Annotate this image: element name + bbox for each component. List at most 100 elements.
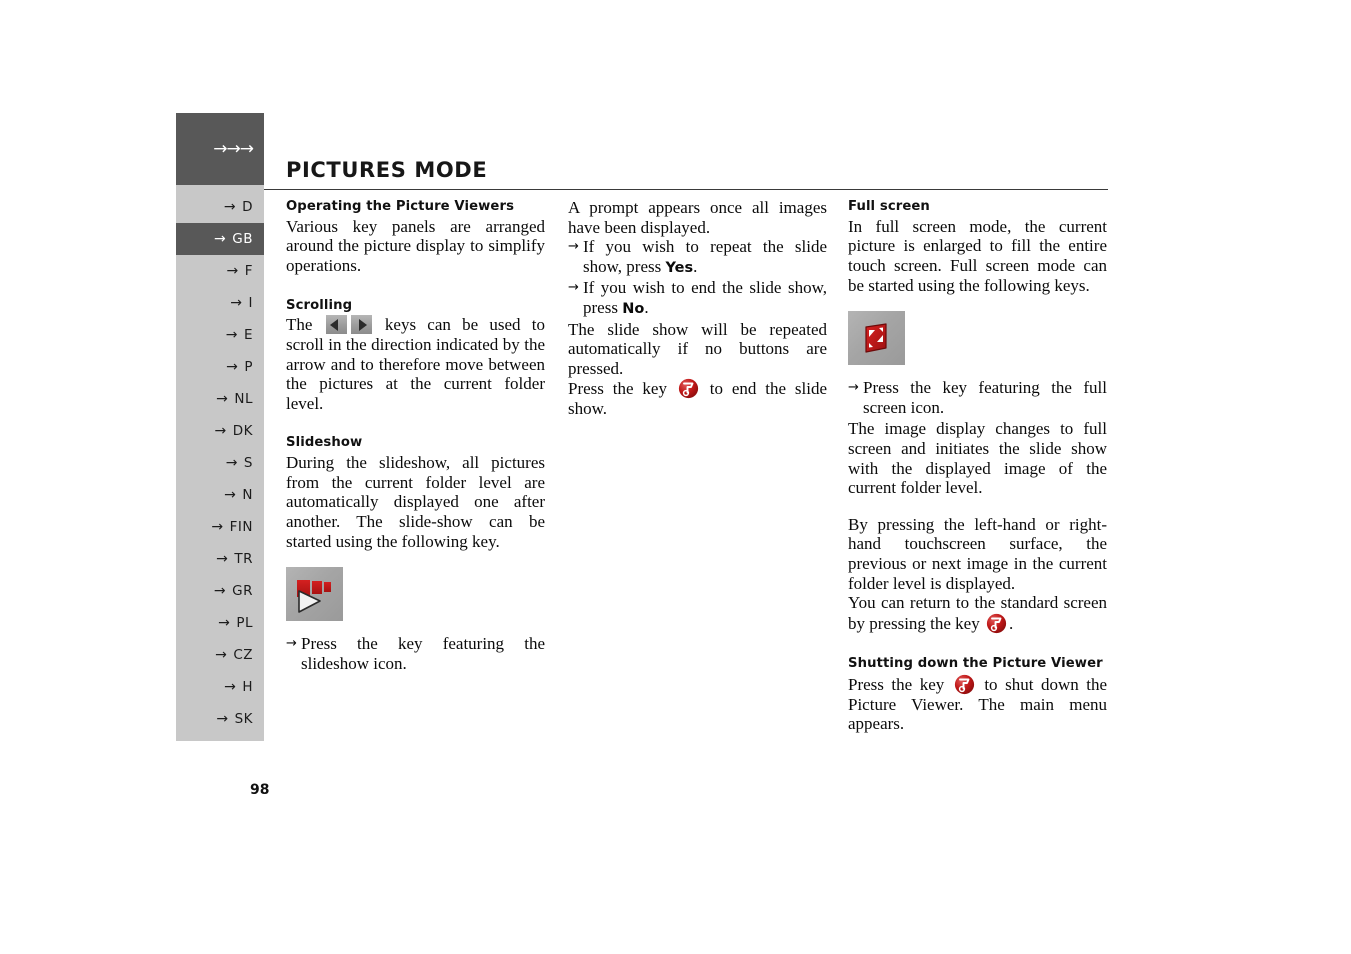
- exit-picture-viewer-icon[interactable]: [986, 613, 1007, 634]
- bullet-end-slideshow: → If you wish to end the slide show, pres…: [568, 278, 827, 317]
- sidebar-item-f[interactable]: → F: [176, 255, 264, 287]
- sidebar-item-label: NL: [234, 391, 253, 407]
- arrow-icon: →: [216, 711, 229, 727]
- arrow-icon: →: [216, 551, 229, 567]
- arrow-icon: →: [211, 519, 224, 535]
- fullscreen-icon[interactable]: [848, 311, 905, 366]
- sidebar-item-label: TR: [234, 551, 253, 567]
- heading-shutting-down: Shutting down the Picture Viewer: [848, 655, 1103, 671]
- sidebar-item-label: H: [242, 679, 253, 695]
- sidebar-item-label: CZ: [233, 647, 253, 663]
- return-text-after: .: [1008, 613, 1014, 633]
- paragraph-touchscreen: By pressing the left-hand or right-hand …: [848, 514, 1107, 593]
- sidebar-item-label: E: [243, 327, 253, 343]
- sidebar-item-label: P: [244, 359, 253, 375]
- arrow-icon: →: [226, 263, 239, 279]
- sidebar-item-label: GB: [232, 231, 253, 247]
- sidebar-item-p[interactable]: → P: [176, 351, 264, 383]
- sidebar-item-tr[interactable]: → TR: [176, 543, 264, 575]
- exit-picture-viewer-icon[interactable]: [678, 378, 699, 399]
- paragraph-prompt: A prompt appears once all images have be…: [568, 198, 827, 237]
- sidebar-item-dk[interactable]: → DK: [176, 415, 264, 447]
- sidebar-item-i[interactable]: → I: [176, 287, 264, 319]
- paragraph-image-changes: The image display changes to full screen…: [848, 419, 1107, 498]
- scrolling-text-before: The: [286, 315, 313, 335]
- header-divider: [264, 189, 1108, 190]
- arrow-bullet-icon: →: [848, 380, 859, 396]
- arrow-icon: →: [230, 295, 243, 311]
- sidebar-item-sk[interactable]: → SK: [176, 703, 264, 735]
- triple-arrow-icon: →→→: [213, 138, 254, 159]
- sidebar-item-nl[interactable]: → NL: [176, 383, 264, 415]
- scroll-right-icon[interactable]: [350, 315, 372, 335]
- page-title: PICTURES MODE: [286, 158, 488, 182]
- sidebar-item-n[interactable]: → N: [176, 479, 264, 511]
- sidebar-item-label: I: [248, 295, 253, 311]
- arrow-icon: →: [226, 359, 239, 375]
- arrow-icon: →: [218, 615, 231, 631]
- arrow-icon: →: [225, 327, 238, 343]
- sidebar-item-label: N: [242, 487, 253, 503]
- sidebar-item-cz[interactable]: → CZ: [176, 639, 264, 671]
- column-three: Full screen In full screen mode, the cur…: [848, 198, 1107, 734]
- scroll-left-icon[interactable]: [325, 315, 347, 335]
- column-two: A prompt appears once all images have be…: [568, 198, 827, 419]
- sidebar-item-label: D: [242, 199, 253, 215]
- sidebar-item-s[interactable]: → S: [176, 447, 264, 479]
- end-text-before: Press the key: [568, 379, 667, 399]
- paragraph-return-standard: You can return to the standard screen by…: [848, 593, 1107, 634]
- bullet-press-fullscreen-key: → Press the key featuring the full screen…: [848, 378, 1107, 417]
- language-sidebar: →→→ → D → GB → F → I → E → P → NL → DK → S → N → FIN → TR → GR → PL…: [176, 113, 264, 741]
- paragraph-slideshow: During the slideshow, all pictures from …: [286, 453, 545, 551]
- sidebar-item-label: GR: [232, 583, 253, 599]
- sidebar-item-pl[interactable]: → PL: [176, 607, 264, 639]
- paragraph-press-key-end: Press the key to end the slide show.: [568, 378, 827, 419]
- exit-picture-viewer-icon[interactable]: [954, 674, 975, 695]
- sidebar-item-h[interactable]: → H: [176, 671, 264, 703]
- sidebar-item-gr[interactable]: → GR: [176, 575, 264, 607]
- bullet-press-slideshow-key: → Press the key featuring the slideshow i…: [286, 634, 545, 673]
- paragraph-shutdown: Press the key to shut down the Picture V…: [848, 674, 1107, 734]
- heading-full-screen: Full screen: [848, 199, 930, 214]
- no-label: No: [622, 300, 645, 317]
- return-text-before: You can return to the standard screen by…: [848, 593, 1107, 633]
- heading-scrolling: Scrolling: [286, 297, 353, 313]
- arrow-icon: →: [223, 199, 237, 215]
- page-number: 98: [250, 782, 270, 798]
- slideshow-icon[interactable]: [286, 567, 343, 622]
- heading-slideshow: Slideshow: [286, 435, 363, 451]
- sidebar-item-fin[interactable]: → FIN: [176, 511, 264, 543]
- bullet-repeat-slideshow: → If you wish to repeat the slide show, p…: [568, 237, 827, 276]
- arrow-icon: →: [224, 487, 237, 503]
- sidebar-item-gb[interactable]: → GB: [176, 223, 264, 255]
- heading-operating-picture-viewers: Operating the Picture Viewers: [286, 199, 515, 214]
- yes-label: Yes: [665, 259, 694, 276]
- paragraph-fullscreen: In full screen mode, the current picture…: [848, 216, 1107, 295]
- bullet-text: If you wish to repeat the slide show, pr…: [583, 237, 827, 276]
- sidebar-item-label: FIN: [229, 519, 253, 535]
- arrow-icon: →: [214, 231, 227, 247]
- sidebar-item-label: SK: [234, 711, 253, 727]
- arrow-icon: →: [215, 647, 228, 663]
- arrow-icon: →: [225, 455, 238, 471]
- sidebar-item-e[interactable]: → E: [176, 319, 264, 351]
- sidebar-item-d[interactable]: → D: [176, 191, 264, 223]
- paragraph-scrolling: The keys can be used to scroll in the di…: [286, 315, 545, 413]
- bullet-text: If you wish to end the slide show, press: [583, 278, 827, 317]
- sidebar-item-label: DK: [232, 423, 253, 439]
- sidebar-item-label: S: [243, 455, 253, 471]
- paragraph-auto-repeat: The slide show will be repeated automati…: [568, 319, 827, 378]
- language-list: → D → GB → F → I → E → P → NL → DK → S → N → FIN → TR → GR → PL → CZ →…: [176, 185, 264, 741]
- arrow-icon: →: [224, 679, 237, 695]
- bullet-text: Press the key featuring the slideshow ic…: [301, 634, 545, 673]
- sidebar-header: →→→: [176, 113, 264, 185]
- arrow-bullet-icon: →: [568, 280, 579, 296]
- arrow-bullet-icon: →: [286, 636, 297, 652]
- paragraph-intro: Various key panels are arranged around t…: [286, 216, 545, 275]
- arrow-bullet-icon: →: [568, 239, 579, 255]
- shutdown-text-before: Press the key: [848, 674, 945, 694]
- arrow-icon: →: [216, 391, 229, 407]
- sidebar-item-label: F: [244, 263, 253, 279]
- arrow-icon: →: [213, 583, 227, 599]
- column-one: Operating the Picture Viewers Various ke…: [286, 198, 545, 673]
